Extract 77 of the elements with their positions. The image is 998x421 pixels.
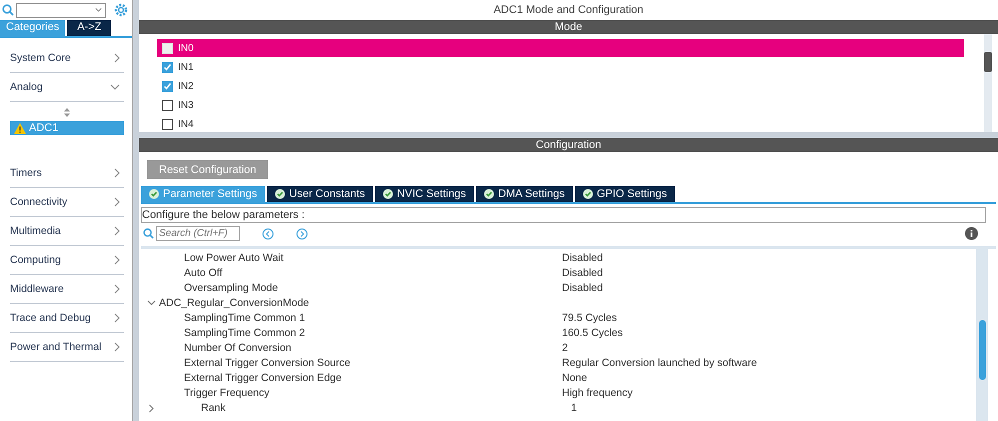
channel-label: IN0: [178, 42, 194, 54]
section-header: Configuration: [139, 138, 998, 152]
chevron-right-icon: [114, 197, 120, 207]
search-icon: [143, 228, 154, 239]
scrollbar[interactable]: [976, 249, 988, 421]
parameter-name: External Trigger Conversion Edge: [184, 372, 343, 384]
section-header: Mode: [139, 20, 998, 34]
category-item[interactable]: Multimedia: [10, 217, 124, 246]
panel-title: ADC1 Mode and Configuration: [492, 3, 644, 18]
settings-tab[interactable]: User Constants: [267, 186, 373, 202]
channel-label: IN1: [178, 62, 194, 72]
search-icon: [2, 4, 14, 16]
parameter-value: High frequency: [562, 387, 633, 400]
description-text: Configure the below parameters :: [141, 207, 986, 223]
settings-tab[interactable]: DMA Settings: [476, 186, 573, 202]
chevron-right-icon: [114, 313, 120, 323]
category-item[interactable]: Analog: [10, 73, 124, 102]
channel-label: IN3: [178, 100, 194, 110]
parameter-name: Low Power Auto Wait: [184, 252, 284, 264]
parameter-name: Auto Off: [184, 266, 224, 279]
parameter-value: 79.5 Cycles: [562, 312, 617, 324]
settings-tab[interactable]: NVIC Settings: [374, 186, 474, 202]
check-circle-icon: [484, 189, 494, 199]
check-circle-icon: [382, 189, 393, 199]
group-label: ADC_Regular_ConversionMode: [159, 296, 309, 309]
chevron-right-icon: [114, 226, 120, 236]
settings-tab[interactable]: GPIO Settings: [574, 186, 676, 202]
chevron-down-icon[interactable]: [147, 300, 156, 306]
parameter-name: External Trigger Conversion Source: [184, 357, 352, 370]
parameter-value: Regular Conversion launched by software: [562, 357, 757, 370]
chevron-down-icon: [110, 84, 120, 90]
previous-icon[interactable]: [262, 228, 274, 240]
chevron-right-icon[interactable]: [147, 404, 156, 413]
parameter-name: Number Of Conversion: [184, 342, 292, 354]
category-item[interactable]: Trace and Debug: [10, 304, 124, 333]
parameter-value: Disabled: [562, 266, 603, 279]
category-tab[interactable]: A->Z: [67, 20, 112, 36]
checkbox[interactable]: [162, 118, 173, 130]
parameter-value: 2: [562, 342, 568, 354]
parameter-name: Oversampling Mode: [184, 282, 279, 294]
sort-icon[interactable]: [64, 108, 70, 117]
info-icon[interactable]: [965, 227, 978, 240]
settings-icon[interactable]: [114, 3, 128, 17]
parameter-name: Trigger Frequency: [184, 387, 270, 400]
chevron-down-icon: [95, 7, 102, 13]
chevron-right-icon: [114, 284, 120, 294]
search-field[interactable]: [16, 2, 106, 18]
channel-label: IN2: [178, 80, 194, 92]
check-circle-icon: [149, 189, 159, 199]
channel-label: IN4: [178, 118, 194, 130]
parameter-value: 160.5 Cycles: [562, 327, 623, 340]
chevron-right-icon: [114, 168, 120, 178]
chevron-right-icon: [114, 255, 120, 265]
splitter-bar[interactable]: [132, 0, 139, 421]
next-icon[interactable]: [296, 228, 308, 240]
check-circle-icon: [275, 189, 286, 199]
check-circle-icon: [582, 189, 593, 199]
parameter-value: 1: [571, 402, 577, 414]
parameter-value: None: [562, 372, 588, 384]
checkbox[interactable]: [162, 62, 173, 72]
category-item[interactable]: Timers: [10, 159, 124, 188]
parameter-value: Disabled: [562, 252, 603, 264]
chevron-right-icon: [114, 53, 120, 63]
category-item[interactable]: Middleware: [10, 275, 124, 304]
parameter-name: Rank: [201, 402, 227, 414]
checkbox[interactable]: [162, 80, 173, 92]
category-item[interactable]: System Core: [10, 44, 124, 73]
category-item[interactable]: Computing: [10, 246, 124, 275]
checkbox[interactable]: [162, 100, 173, 110]
chevron-right-icon: [114, 342, 120, 352]
category-item[interactable]: Power and Thermal: [10, 333, 124, 362]
parameter-name: SamplingTime Common 1: [184, 312, 306, 324]
search-field[interactable]: Search (Ctrl+F): [156, 226, 240, 241]
category-item[interactable]: Connectivity: [10, 188, 124, 217]
parameter-name: SamplingTime Common 2: [184, 327, 306, 340]
parameter-value: Disabled: [562, 282, 603, 294]
scrollbar[interactable]: [984, 34, 992, 132]
